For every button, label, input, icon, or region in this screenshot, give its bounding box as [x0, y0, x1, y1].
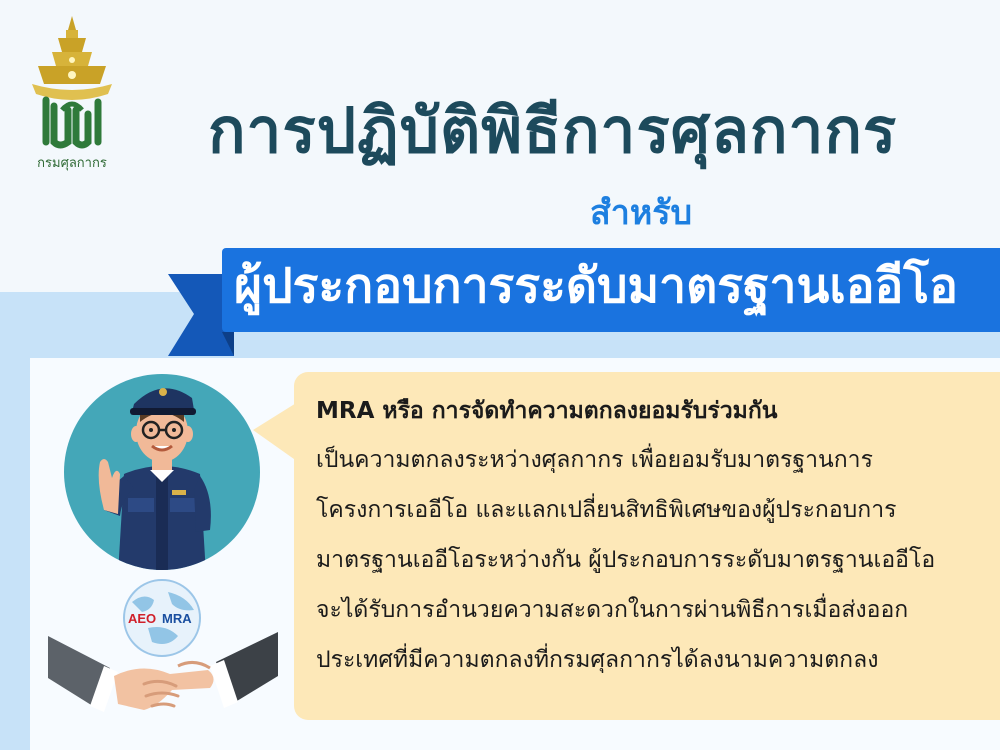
- handshake-globe-illustration: AEO MRA: [48, 579, 278, 712]
- customs-department-logo: กรมศุลกากร: [22, 14, 122, 174]
- bubble-heading: MRA หรือ การจัดทำความตกลงยอมรับร่วมกัน: [316, 398, 778, 424]
- logo-caption: กรมศุลกากร: [37, 156, 107, 171]
- bubble-line-5: ประเทศที่มีความตกลงที่กรมศุลกากรได้ลงนาม…: [316, 647, 879, 673]
- globe-label-mra: MRA: [162, 611, 192, 626]
- royal-crown-emblem-icon: [32, 16, 112, 149]
- globe-label-aeo: AEO: [128, 611, 156, 626]
- bubble-line-4: จะได้รับการอำนวยความสะดวกในการผ่านพิธีกา…: [316, 597, 909, 623]
- bubble-line-1: เป็นความตกลงระหว่างศุลกากร เพื่อยอมรับมา…: [316, 447, 873, 473]
- page-subtitle: สำหรับ: [590, 193, 693, 233]
- bubble-line-3: มาตรฐานเออีโอระหว่างกัน ผู้ประกอบการระดั…: [316, 547, 936, 573]
- bubble-line-2: โครงการเออีโอ และแลกเปลี่ยนสิทธิพิเศษของ…: [316, 497, 897, 523]
- page-title: การปฏิบัติพิธีการศุลกากร: [208, 94, 898, 167]
- customs-officer-illustration: [64, 374, 260, 570]
- ribbon-title: ผู้ประกอบการระดับมาตรฐานเออีโอ: [234, 258, 958, 314]
